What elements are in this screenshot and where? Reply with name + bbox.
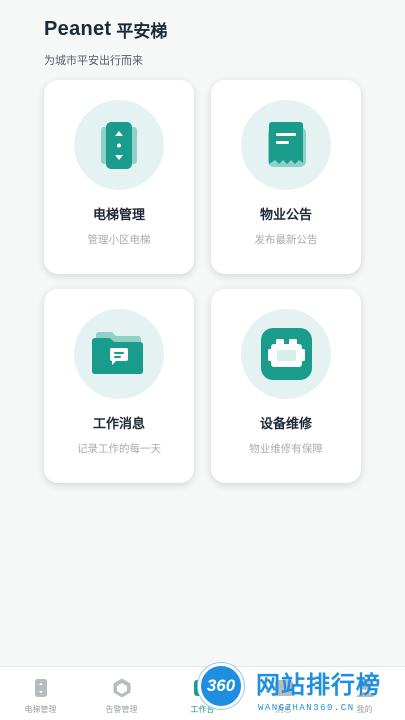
tab-label: 电梯管理 xyxy=(24,705,57,714)
message-folder-icon xyxy=(74,309,164,399)
brand-logo: Peanet 平安梯 xyxy=(44,14,167,44)
watermark-url: WANGZHAN360.CN xyxy=(258,703,355,713)
card-title: 电梯管理 xyxy=(92,208,145,223)
card-property-announcement[interactable]: 物业公告 发布最新公告 xyxy=(211,80,361,274)
card-elevator-management[interactable]: 电梯管理 管理小区电梯 xyxy=(44,80,194,274)
elevator-icon xyxy=(74,100,164,190)
elevator-icon xyxy=(34,679,47,697)
tab-alarm-management[interactable]: 告警管理 xyxy=(81,667,162,720)
watermark-badge: 360 xyxy=(198,663,244,709)
tab-elevator-management[interactable]: 电梯管理 xyxy=(0,667,81,720)
card-subtitle: 物业维修有保障 xyxy=(249,443,323,455)
card-title: 物业公告 xyxy=(259,208,312,223)
alarm-icon xyxy=(113,678,130,698)
tab-label: 告警管理 xyxy=(105,705,138,714)
brand-name-cn: 平安梯 xyxy=(116,21,168,42)
card-title: 设备维修 xyxy=(259,417,312,432)
card-title: 工作消息 xyxy=(92,417,145,432)
watermark-title: 网站排行榜 xyxy=(256,671,381,699)
tagline: 为城市平安出行而来 xyxy=(44,54,143,67)
card-work-messages[interactable]: 工作消息 记录工作的每一天 xyxy=(44,289,194,483)
card-subtitle: 记录工作的每一天 xyxy=(77,443,161,455)
app-header: Peanet 平安梯 为城市平安出行而来 xyxy=(44,14,167,68)
card-subtitle: 发布最新公告 xyxy=(254,234,318,246)
device-repair-icon xyxy=(241,309,331,399)
watermark: 360 网站排行榜 WANGZHAN360.CN xyxy=(196,660,405,720)
announcement-icon xyxy=(241,100,331,190)
card-device-repair[interactable]: 设备维修 物业维修有保障 xyxy=(211,289,361,483)
brand-name-en: Peanet xyxy=(44,17,112,40)
card-subtitle: 管理小区电梯 xyxy=(87,234,151,246)
